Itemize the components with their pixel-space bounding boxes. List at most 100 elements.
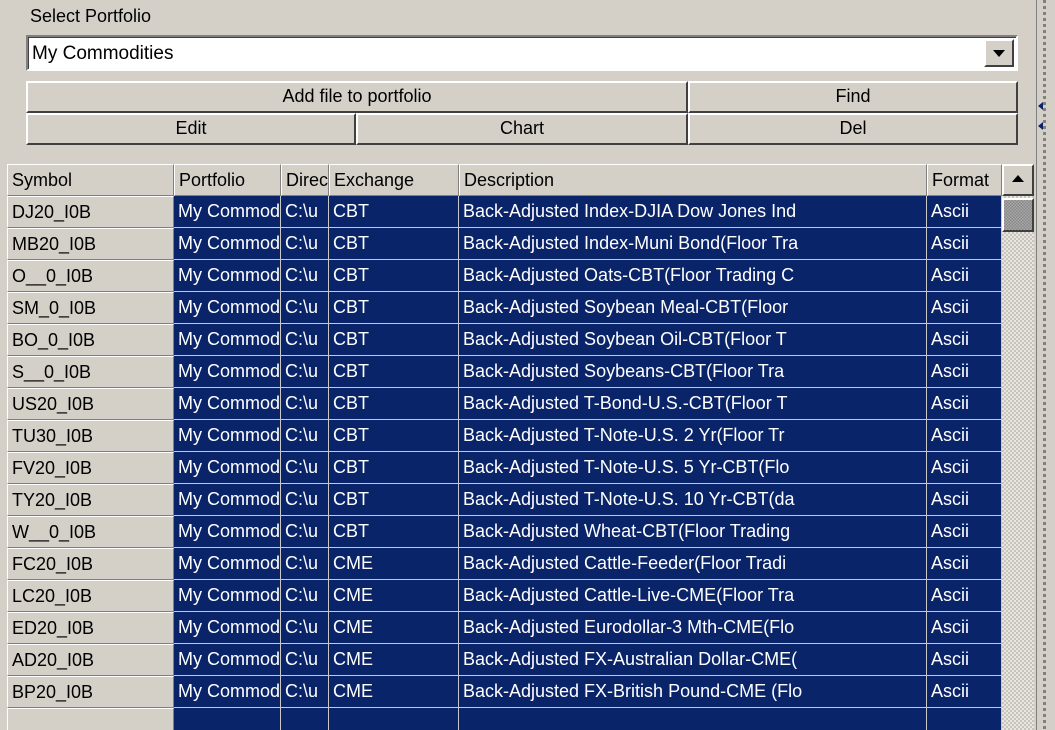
table-row[interactable]: FV20_I0BMy CommoditiesC:\uCBTBack-Adjust… bbox=[7, 452, 1002, 484]
table-row[interactable]: S__0_I0BMy CommoditiesC:\uCBTBack-Adjust… bbox=[7, 356, 1002, 388]
table-row[interactable]: BP20_I0BMy CommoditiesC:\uCMEBack-Adjust… bbox=[7, 676, 1002, 708]
cell-directory[interactable]: C:\u bbox=[281, 356, 329, 388]
column-header-portfolio[interactable]: Portfolio bbox=[174, 164, 281, 196]
column-header-format[interactable]: Format bbox=[927, 164, 1002, 196]
cell-exchange[interactable]: CBT bbox=[329, 356, 459, 388]
cell-exchange[interactable]: CBT bbox=[329, 324, 459, 356]
del-button[interactable]: Del bbox=[688, 113, 1018, 145]
cell-directory[interactable]: C:\u bbox=[281, 260, 329, 292]
cell-directory[interactable]: C:\u bbox=[281, 612, 329, 644]
dropdown-arrow-button[interactable] bbox=[984, 39, 1014, 67]
cell-symbol[interactable]: BP20_I0B bbox=[7, 676, 174, 708]
cell-directory[interactable] bbox=[281, 708, 329, 730]
cell-portfolio[interactable]: My Commodities bbox=[174, 356, 281, 388]
cell-portfolio[interactable]: My Commodities bbox=[174, 612, 281, 644]
cell-exchange[interactable]: CBT bbox=[329, 484, 459, 516]
cell-portfolio[interactable]: My Commodities bbox=[174, 324, 281, 356]
table-row[interactable]: AD20_I0BMy CommoditiesC:\uCMEBack-Adjust… bbox=[7, 644, 1002, 676]
cell-symbol[interactable]: SM_0_I0B bbox=[7, 292, 174, 324]
cell-portfolio[interactable] bbox=[174, 708, 281, 730]
cell-exchange[interactable]: CBT bbox=[329, 388, 459, 420]
cell-description[interactable]: Back-Adjusted Soybean Oil-CBT(Floor T bbox=[459, 324, 927, 356]
cell-symbol[interactable]: LC20_I0B bbox=[7, 580, 174, 612]
cell-directory[interactable]: C:\u bbox=[281, 324, 329, 356]
cell-symbol[interactable]: TY20_I0B bbox=[7, 484, 174, 516]
cell-symbol[interactable] bbox=[7, 708, 174, 730]
cell-symbol[interactable]: FV20_I0B bbox=[7, 452, 174, 484]
cell-format[interactable]: Ascii bbox=[927, 644, 1002, 676]
table-row[interactable]: US20_I0BMy CommoditiesC:\uCBTBack-Adjust… bbox=[7, 388, 1002, 420]
cell-exchange[interactable]: CME bbox=[329, 612, 459, 644]
cell-exchange[interactable]: CBT bbox=[329, 260, 459, 292]
cell-symbol[interactable]: O__0_I0B bbox=[7, 260, 174, 292]
table-row[interactable]: MB20_I0BMy CommoditiesC:\uCBTBack-Adjust… bbox=[7, 228, 1002, 260]
cell-description[interactable]: Back-Adjusted Cattle-Feeder(Floor Tradi bbox=[459, 548, 927, 580]
cell-exchange[interactable]: CME bbox=[329, 676, 459, 708]
cell-format[interactable]: Ascii bbox=[927, 484, 1002, 516]
cell-directory[interactable]: C:\u bbox=[281, 484, 329, 516]
cell-format[interactable] bbox=[927, 708, 1002, 730]
cell-format[interactable]: Ascii bbox=[927, 324, 1002, 356]
cell-directory[interactable]: C:\u bbox=[281, 644, 329, 676]
cell-portfolio[interactable]: My Commodities bbox=[174, 548, 281, 580]
cell-description[interactable] bbox=[459, 708, 927, 730]
column-header-exchange[interactable]: Exchange bbox=[329, 164, 459, 196]
cell-description[interactable]: Back-Adjusted Eurodollar-3 Mth-CME(Flo bbox=[459, 612, 927, 644]
cell-symbol[interactable]: ED20_I0B bbox=[7, 612, 174, 644]
cell-description[interactable]: Back-Adjusted Index-Muni Bond(Floor Tra bbox=[459, 228, 927, 260]
find-button[interactable]: Find bbox=[688, 81, 1018, 113]
cell-exchange[interactable]: CME bbox=[329, 548, 459, 580]
cell-format[interactable]: Ascii bbox=[927, 228, 1002, 260]
column-header-symbol[interactable]: Symbol bbox=[7, 164, 174, 196]
table-row[interactable]: SM_0_I0BMy CommoditiesC:\uCBTBack-Adjust… bbox=[7, 292, 1002, 324]
cell-symbol[interactable]: FC20_I0B bbox=[7, 548, 174, 580]
cell-symbol[interactable]: MB20_I0B bbox=[7, 228, 174, 260]
cell-description[interactable]: Back-Adjusted Oats-CBT(Floor Trading C bbox=[459, 260, 927, 292]
cell-portfolio[interactable]: My Commodities bbox=[174, 580, 281, 612]
cell-exchange[interactable]: CBT bbox=[329, 452, 459, 484]
cell-portfolio[interactable]: My Commodities bbox=[174, 644, 281, 676]
table-row[interactable]: LC20_I0BMy CommoditiesC:\uCMEBack-Adjust… bbox=[7, 580, 1002, 612]
cell-portfolio[interactable]: My Commodities bbox=[174, 260, 281, 292]
cell-exchange[interactable]: CME bbox=[329, 644, 459, 676]
cell-description[interactable]: Back-Adjusted Soybean Meal-CBT(Floor bbox=[459, 292, 927, 324]
cell-directory[interactable]: C:\u bbox=[281, 292, 329, 324]
table-row[interactable]: FC20_I0BMy CommoditiesC:\uCMEBack-Adjust… bbox=[7, 548, 1002, 580]
cell-symbol[interactable]: W__0_I0B bbox=[7, 516, 174, 548]
cell-directory[interactable]: C:\u bbox=[281, 516, 329, 548]
cell-exchange[interactable]: CBT bbox=[329, 196, 459, 228]
table-row[interactable]: DJ20_I0BMy CommoditiesC:\uCBTBack-Adjust… bbox=[7, 196, 1002, 228]
cell-portfolio[interactable]: My Commodities bbox=[174, 452, 281, 484]
cell-format[interactable]: Ascii bbox=[927, 580, 1002, 612]
cell-exchange[interactable]: CME bbox=[329, 580, 459, 612]
table-row[interactable]: TU30_I0BMy CommoditiesC:\uCBTBack-Adjust… bbox=[7, 420, 1002, 452]
cell-portfolio[interactable]: My Commodities bbox=[174, 420, 281, 452]
cell-directory[interactable]: C:\u bbox=[281, 452, 329, 484]
cell-description[interactable]: Back-Adjusted Soybeans-CBT(Floor Tra bbox=[459, 356, 927, 388]
cell-exchange[interactable]: CBT bbox=[329, 292, 459, 324]
cell-symbol[interactable]: S__0_I0B bbox=[7, 356, 174, 388]
cell-format[interactable]: Ascii bbox=[927, 196, 1002, 228]
cell-directory[interactable]: C:\u bbox=[281, 228, 329, 260]
cell-format[interactable]: Ascii bbox=[927, 420, 1002, 452]
table-row[interactable]: TY20_I0BMy CommoditiesC:\uCBTBack-Adjust… bbox=[7, 484, 1002, 516]
panel-splitter[interactable] bbox=[1036, 0, 1055, 730]
cell-exchange[interactable] bbox=[329, 708, 459, 730]
cell-symbol[interactable]: US20_I0B bbox=[7, 388, 174, 420]
cell-format[interactable]: Ascii bbox=[927, 356, 1002, 388]
cell-portfolio[interactable]: My Commodities bbox=[174, 516, 281, 548]
cell-portfolio[interactable]: My Commodities bbox=[174, 388, 281, 420]
cell-directory[interactable]: C:\u bbox=[281, 548, 329, 580]
add-file-to-portfolio-button[interactable]: Add file to portfolio bbox=[26, 81, 688, 113]
cell-symbol[interactable]: DJ20_I0B bbox=[7, 196, 174, 228]
cell-portfolio[interactable]: My Commodities bbox=[174, 676, 281, 708]
cell-description[interactable]: Back-Adjusted Cattle-Live-CME(Floor Tra bbox=[459, 580, 927, 612]
vertical-scrollbar[interactable] bbox=[1002, 164, 1034, 730]
cell-directory[interactable]: C:\u bbox=[281, 676, 329, 708]
cell-format[interactable]: Ascii bbox=[927, 260, 1002, 292]
cell-directory[interactable]: C:\u bbox=[281, 196, 329, 228]
table-row[interactable] bbox=[7, 708, 1002, 730]
cell-exchange[interactable]: CBT bbox=[329, 516, 459, 548]
table-row[interactable]: BO_0_I0BMy CommoditiesC:\uCBTBack-Adjust… bbox=[7, 324, 1002, 356]
scroll-up-button[interactable] bbox=[1002, 164, 1034, 196]
